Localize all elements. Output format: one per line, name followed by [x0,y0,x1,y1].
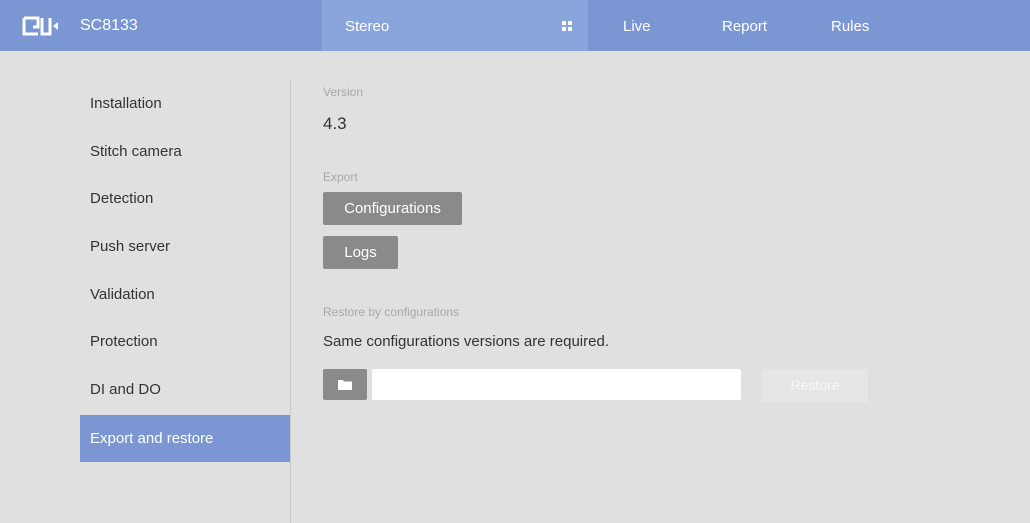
folder-icon [338,380,352,390]
tab-report[interactable]: Report [722,18,767,35]
version-label: Version [323,85,364,99]
top-bar: SC8133 Stereo Live Report Rules [0,0,1030,51]
restore-label: Restore by configurations [323,305,460,319]
tab-live[interactable]: Live [623,18,651,35]
restore-button[interactable]: Restore [762,369,868,402]
tab-stereo[interactable]: Stereo [322,0,588,51]
tab-stereo-label: Stereo [345,18,390,35]
logo-icon [22,16,58,36]
tab-rules[interactable]: Rules [831,18,869,35]
device-name: SC8133 [80,17,138,34]
grid-icon[interactable] [561,20,573,32]
sidebar-item-push-server[interactable]: Push server [80,223,291,270]
sidebar-item-stitch-camera[interactable]: Stitch camera [80,128,291,175]
sidebar-divider [290,80,291,523]
export-configurations-button[interactable]: Configurations [323,192,462,225]
restore-note: Same configurations versions are require… [323,333,609,350]
version-value: 4.3 [323,114,347,133]
sidebar-item-installation[interactable]: Installation [80,80,291,127]
export-label: Export [323,170,358,184]
export-logs-button[interactable]: Logs [323,236,398,269]
config-file-field[interactable] [372,369,741,400]
sidebar-item-protection[interactable]: Protection [80,318,291,365]
sidebar-item-di-and-do[interactable]: DI and DO [80,366,291,413]
sidebar-item-validation[interactable]: Validation [80,271,291,318]
browse-button[interactable] [323,369,367,400]
sidebar: Installation Stitch camera Detection Pus… [0,51,291,523]
sidebar-item-export-and-restore[interactable]: Export and restore [80,415,291,462]
sidebar-item-detection[interactable]: Detection [80,175,291,222]
